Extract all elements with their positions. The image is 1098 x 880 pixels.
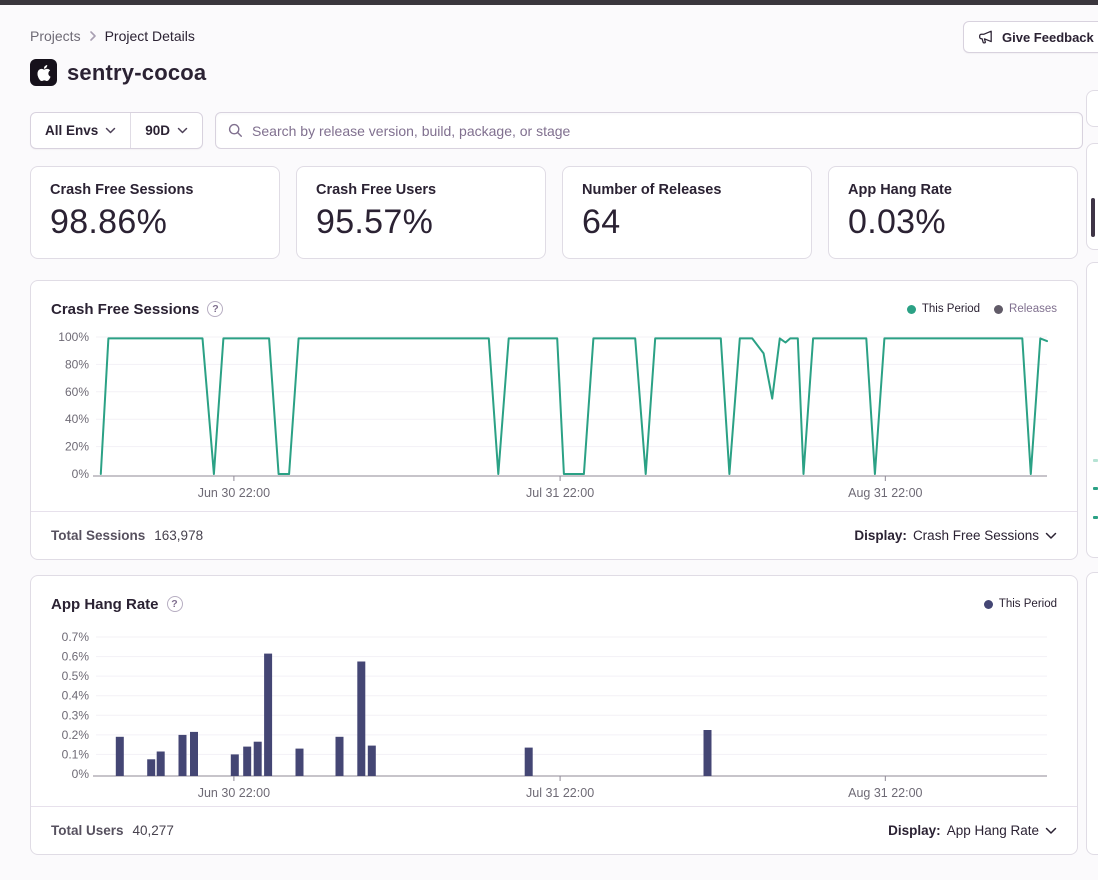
- svg-text:Jun 30 22:00: Jun 30 22:00: [198, 486, 270, 500]
- clipped-panel-fragment: [1093, 459, 1098, 462]
- crash-free-sessions-chart-card: Crash Free Sessions ? This Period Releas…: [30, 280, 1078, 560]
- display-value: App Hang Rate: [947, 823, 1039, 838]
- app-hang-rate-chart-card: App Hang Rate ? This Period 0.7% 0.6% 0.5%…: [30, 575, 1078, 855]
- chart-title: Crash Free Sessions: [51, 301, 199, 318]
- stat-label: Crash Free Users: [316, 182, 526, 198]
- svg-text:0.3%: 0.3%: [62, 708, 90, 722]
- breadcrumb: Projects Project Details: [30, 28, 195, 44]
- stat-label: App Hang Rate: [848, 182, 1058, 198]
- date-range-label: 90D: [145, 123, 170, 138]
- svg-text:0.7%: 0.7%: [62, 630, 90, 644]
- svg-text:Aug 31 22:00: Aug 31 22:00: [848, 786, 922, 800]
- chevron-down-icon: [1045, 532, 1057, 540]
- display-label: Display:: [854, 528, 907, 543]
- svg-text:Jul 31 22:00: Jul 31 22:00: [526, 486, 594, 500]
- chevron-down-icon: [177, 127, 188, 134]
- legend-dot: [984, 600, 993, 609]
- total-sessions-value: 163,978: [154, 528, 203, 543]
- display-label: Display:: [888, 823, 941, 838]
- breadcrumb-projects-link[interactable]: Projects: [30, 28, 81, 44]
- stat-card-crash-free-users: Crash Free Users 95.57%: [296, 166, 546, 259]
- svg-text:100%: 100%: [58, 330, 89, 344]
- environment-filter-dropdown[interactable]: All Envs: [31, 113, 130, 148]
- total-sessions-label: Total Sessions: [51, 528, 145, 543]
- stat-value: 0.03%: [848, 203, 1058, 242]
- legend-label: Releases: [1009, 303, 1057, 315]
- svg-text:0%: 0%: [72, 767, 90, 781]
- svg-text:20%: 20%: [65, 440, 89, 454]
- clipped-panel-fragment: [1093, 516, 1098, 519]
- clipped-panel-fragment: [1086, 90, 1098, 127]
- stat-label: Number of Releases: [582, 182, 792, 198]
- chart-title: App Hang Rate: [51, 596, 159, 613]
- chevron-right-icon: [89, 30, 97, 42]
- chart-header: Crash Free Sessions ? This Period Releas…: [31, 281, 1077, 323]
- svg-text:60%: 60%: [65, 385, 89, 399]
- svg-text:0.6%: 0.6%: [62, 650, 90, 664]
- legend-label: This Period: [922, 303, 980, 315]
- help-question-icon[interactable]: ?: [167, 596, 183, 612]
- stat-label: Crash Free Sessions: [50, 182, 260, 198]
- svg-text:Aug 31 22:00: Aug 31 22:00: [848, 486, 922, 500]
- release-search-input[interactable]: [252, 123, 1070, 139]
- stat-card-number-of-releases: Number of Releases 64: [562, 166, 812, 259]
- display-metric-dropdown[interactable]: Display: Crash Free Sessions: [854, 528, 1057, 543]
- chart-footer: Total Users 40,277 Display: App Hang Rat…: [31, 806, 1077, 854]
- chart-footer: Total Sessions 163,978 Display: Crash Fr…: [31, 511, 1077, 559]
- page-filter-group: All Envs 90D: [30, 112, 203, 149]
- svg-text:0%: 0%: [72, 467, 90, 481]
- chart-legend: This Period Releases: [907, 303, 1057, 315]
- legend-item-this-period[interactable]: This Period: [907, 303, 980, 315]
- megaphone-icon: [978, 29, 994, 45]
- search-icon: [228, 123, 243, 138]
- chevron-down-icon: [1045, 827, 1057, 835]
- legend-label: This Period: [999, 598, 1057, 610]
- project-header: sentry-cocoa: [30, 59, 206, 86]
- total-users-value: 40,277: [133, 823, 174, 838]
- give-feedback-label: Give Feedback: [1002, 30, 1094, 45]
- top-border-bar: [0, 0, 1098, 5]
- svg-text:0.5%: 0.5%: [62, 669, 90, 683]
- clipped-panel-fragment: [1086, 262, 1098, 558]
- total-users-label: Total Users: [51, 823, 124, 838]
- stat-value: 64: [582, 203, 792, 242]
- filter-bar: All Envs 90D: [30, 112, 1083, 149]
- chart-legend: This Period: [984, 598, 1057, 610]
- legend-item-releases[interactable]: Releases: [994, 303, 1057, 315]
- legend-dot: [907, 305, 916, 314]
- svg-text:0.2%: 0.2%: [62, 728, 90, 742]
- release-search-box: [215, 112, 1083, 149]
- chart-header: App Hang Rate ? This Period: [31, 576, 1077, 618]
- stat-value: 95.57%: [316, 203, 526, 242]
- project-title: sentry-cocoa: [67, 60, 206, 86]
- stats-summary-row: Crash Free Sessions 98.86% Crash Free Us…: [30, 166, 1078, 259]
- display-metric-dropdown[interactable]: Display: App Hang Rate: [888, 823, 1057, 838]
- clipped-panel-fragment: [1091, 198, 1095, 237]
- svg-text:Jul 31 22:00: Jul 31 22:00: [526, 786, 594, 800]
- legend-dot: [994, 305, 1003, 314]
- date-range-dropdown[interactable]: 90D: [131, 113, 202, 148]
- app-hang-rate-bar-chart: 0.7% 0.6% 0.5% 0.4% 0.3% 0.2% 0.1% 0% Jun 30 22:…: [31, 622, 1077, 806]
- stat-card-crash-free-sessions: Crash Free Sessions 98.86%: [30, 166, 280, 259]
- svg-text:0.4%: 0.4%: [62, 689, 90, 703]
- svg-text:40%: 40%: [65, 412, 89, 426]
- clipped-panel-fragment: [1093, 487, 1098, 490]
- environment-filter-label: All Envs: [45, 123, 98, 138]
- stat-value: 98.86%: [50, 203, 260, 242]
- svg-text:0.1%: 0.1%: [62, 747, 90, 761]
- chevron-down-icon: [105, 127, 116, 134]
- display-value: Crash Free Sessions: [913, 528, 1039, 543]
- svg-text:Jun 30 22:00: Jun 30 22:00: [198, 786, 270, 800]
- give-feedback-button[interactable]: Give Feedback: [963, 21, 1098, 53]
- clipped-panel-fragment: [1086, 572, 1098, 855]
- stat-card-app-hang-rate: App Hang Rate 0.03%: [828, 166, 1078, 259]
- help-question-icon[interactable]: ?: [207, 301, 223, 317]
- svg-text:80%: 80%: [65, 357, 89, 371]
- crash-free-sessions-line-chart: 100% 80% 60% 40% 20% 0% Jun 30 22:00 Jul 31 22:…: [31, 327, 1077, 511]
- legend-item-this-period[interactable]: This Period: [984, 598, 1057, 610]
- apple-platform-icon: [30, 59, 57, 86]
- breadcrumb-current: Project Details: [105, 28, 195, 44]
